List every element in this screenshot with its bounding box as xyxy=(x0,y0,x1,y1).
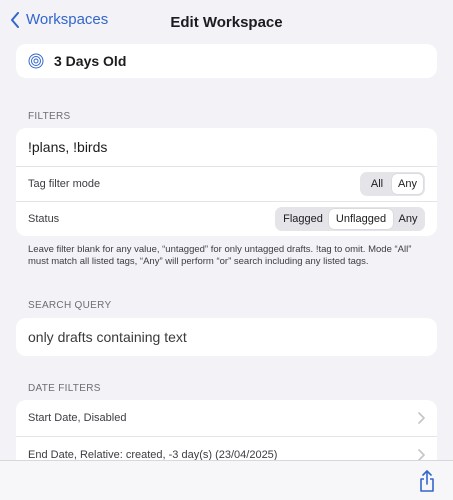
search-query-header: SEARCH QUERY xyxy=(28,300,112,311)
date-filters-header: DATE FILTERS xyxy=(28,383,101,394)
filters-help-text: Leave filter blank for any value, “untag… xyxy=(28,244,412,267)
end-date-label: End Date, Relative: created, -3 day(s) (… xyxy=(28,448,278,461)
search-query-row[interactable]: only drafts containing text xyxy=(16,318,437,356)
search-query-field[interactable]: only drafts containing text xyxy=(28,329,187,345)
concentric-circle-icon xyxy=(28,53,44,69)
share-icon[interactable] xyxy=(419,470,435,492)
status-control[interactable]: Flagged Unflagged Any xyxy=(275,207,425,231)
start-date-row[interactable]: Start Date, Disabled xyxy=(16,400,437,436)
filters-header: FILTERS xyxy=(28,111,71,122)
workspace-name-row[interactable]: 3 Days Old xyxy=(16,44,437,78)
status-flagged[interactable]: Flagged xyxy=(277,209,329,229)
status-unflagged[interactable]: Unflagged xyxy=(329,209,393,229)
search-query-card: only drafts containing text xyxy=(16,318,437,356)
tags-field[interactable]: !plans, !birds xyxy=(28,139,107,155)
tag-mode-all[interactable]: All xyxy=(362,174,392,194)
status-any[interactable]: Any xyxy=(393,209,423,229)
workspace-name: 3 Days Old xyxy=(54,53,127,69)
start-date-label: Start Date, Disabled xyxy=(28,412,127,424)
back-button[interactable]: Workspaces xyxy=(10,11,108,28)
filters-card: !plans, !birds Tag filter mode All Any S… xyxy=(16,128,437,236)
bottom-toolbar xyxy=(0,460,453,500)
chevron-right-icon xyxy=(418,412,425,424)
chevron-left-icon xyxy=(11,11,19,28)
navigation-bar: Workspaces Edit Workspace xyxy=(0,0,453,44)
tag-mode-any[interactable]: Any xyxy=(392,174,423,194)
workspace-name-card: 3 Days Old xyxy=(16,44,437,78)
tag-filter-mode-row: Tag filter mode All Any xyxy=(16,166,437,201)
back-label: Workspaces xyxy=(26,11,109,28)
status-label: Status xyxy=(28,213,60,225)
page-title: Edit Workspace xyxy=(170,13,283,31)
chevron-right-icon xyxy=(418,448,425,461)
tag-filter-mode-label: Tag filter mode xyxy=(28,178,101,190)
tag-filter-mode-control[interactable]: All Any xyxy=(360,172,425,196)
status-row: Status Flagged Unflagged Any xyxy=(16,201,437,236)
tags-field-row[interactable]: !plans, !birds xyxy=(16,128,437,166)
